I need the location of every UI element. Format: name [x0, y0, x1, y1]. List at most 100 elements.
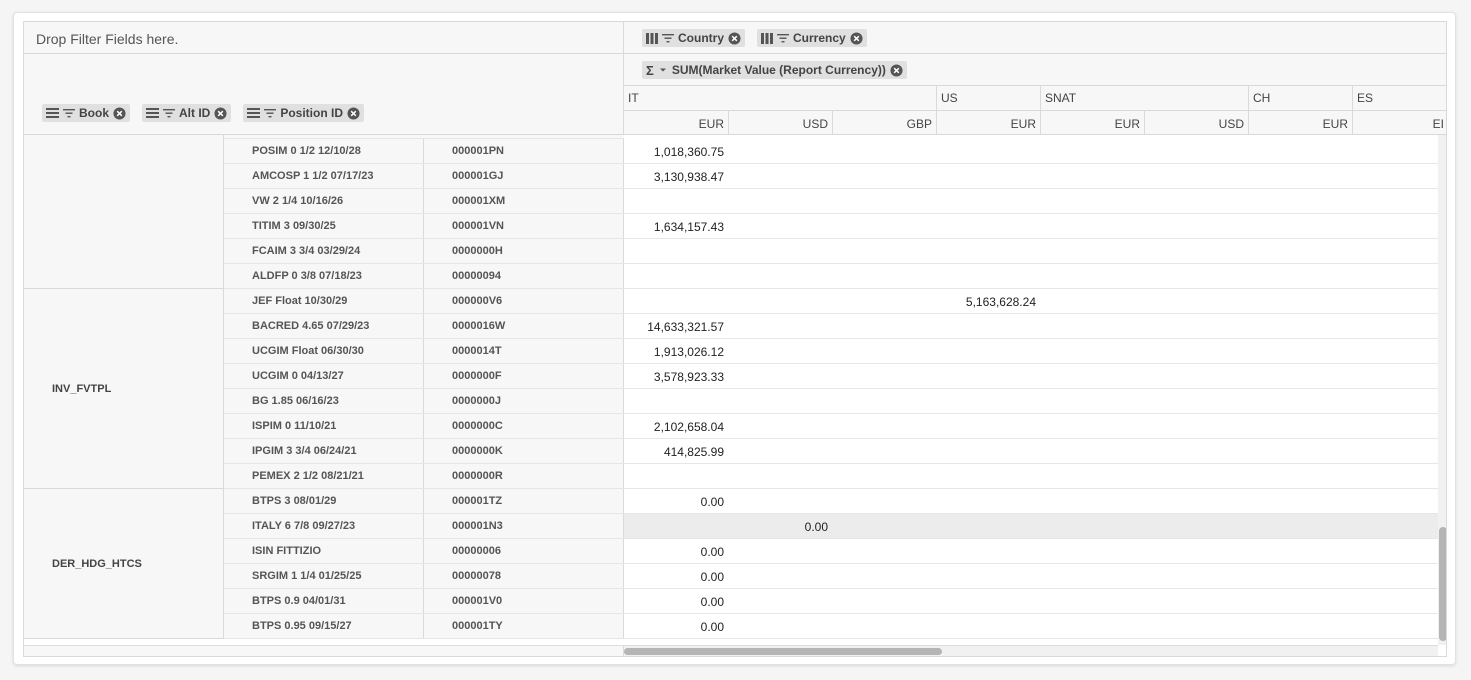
remove-field-icon[interactable] — [214, 106, 227, 120]
alt-id-cell[interactable]: AMCOSP 1 1/2 07/17/23 — [224, 164, 424, 188]
table-row[interactable]: ITALY 6 7/8 09/27/23 000001N3 0.00 — [224, 514, 1438, 539]
vertical-scroll-thumb[interactable] — [1439, 527, 1446, 641]
position-id-cell[interactable]: 00000006 — [424, 539, 624, 563]
alt-id-cell[interactable]: ISPIM 0 11/10/21 — [224, 414, 424, 438]
table-row[interactable]: BTPS 3 08/01/29 000001TZ 0.00 — [224, 489, 1438, 514]
drop-filter-zone[interactable]: Drop Filter Fields here. — [24, 22, 624, 54]
market-value-cell[interactable]: 1,913,026.12 — [654, 345, 724, 359]
alt-id-cell[interactable]: UCGIM 0 04/13/27 — [224, 364, 424, 388]
alt-id-cell[interactable]: BTPS 3 08/01/29 — [224, 489, 424, 513]
row-drag-icon[interactable] — [146, 107, 159, 119]
position-id-cell[interactable]: 000001GJ — [424, 164, 624, 188]
market-value-cell[interactable]: 0.00 — [701, 595, 724, 609]
market-value-cell[interactable]: 0.00 — [701, 495, 724, 509]
filter-icon[interactable] — [777, 33, 789, 43]
table-row[interactable]: UCGIM 0 04/13/27 0000000F 3,578,923.33 — [224, 364, 1438, 389]
currency-header[interactable]: USD — [1144, 111, 1248, 135]
position-id-cell[interactable]: 0000000H — [424, 239, 624, 263]
currency-header[interactable]: USD — [728, 111, 832, 135]
currency-header[interactable]: EUR — [1248, 111, 1352, 135]
country-header[interactable]: US — [936, 86, 1040, 111]
country-header[interactable]: CH — [1248, 86, 1352, 111]
market-value-cell[interactable]: 14,633,321.57 — [647, 320, 724, 334]
market-value-cell[interactable]: 0.00 — [701, 620, 724, 634]
position-id-cell[interactable]: 000001XM — [424, 189, 624, 213]
alt-id-cell[interactable]: ITALY 6 7/8 09/27/23 — [224, 514, 424, 538]
currency-header[interactable]: EUR — [936, 111, 1040, 135]
filter-icon[interactable] — [662, 33, 674, 43]
row-field-chip[interactable]: Position ID — [243, 104, 365, 122]
book-group-cell[interactable]: INV_FVTPL — [24, 289, 224, 489]
market-value-cell[interactable]: 414,825.99 — [664, 445, 724, 459]
country-header[interactable]: ES — [1352, 86, 1446, 111]
country-header[interactable]: IT — [624, 86, 936, 111]
remove-field-icon[interactable] — [113, 106, 126, 120]
position-id-cell[interactable]: 000001TZ — [424, 489, 624, 513]
table-row[interactable]: TITIM 3 09/30/25 000001VN 1,634,157.43 — [224, 214, 1438, 239]
position-id-cell[interactable]: 000001N3 — [424, 514, 624, 538]
table-row[interactable]: ISIN FITTIZIO 00000006 0.00 — [224, 539, 1438, 564]
position-id-cell[interactable]: 000000V6 — [424, 289, 624, 313]
position-id-cell[interactable]: 0000000C — [424, 414, 624, 438]
position-id-cell[interactable]: 0000000F — [424, 364, 624, 388]
market-value-cell[interactable]: 0.00 — [701, 570, 724, 584]
position-id-cell[interactable]: 0000014T — [424, 339, 624, 363]
row-drag-icon[interactable] — [46, 107, 59, 119]
row-drag-icon[interactable] — [247, 107, 261, 119]
position-id-cell[interactable]: 0000000R — [424, 464, 624, 488]
remove-field-icon[interactable] — [850, 31, 863, 45]
filter-icon[interactable] — [264, 108, 277, 118]
currency-header[interactable]: EUR — [1040, 111, 1144, 135]
market-value-cell[interactable]: 5,163,628.24 — [966, 295, 1036, 309]
column-field-chip[interactable]: Currency — [757, 29, 867, 47]
table-row[interactable]: VW 2 1/4 10/16/26 000001XM — [224, 189, 1438, 214]
alt-id-cell[interactable]: TITIM 3 09/30/25 — [224, 214, 424, 238]
alt-id-cell[interactable]: FCAIM 3 3/4 03/29/24 — [224, 239, 424, 263]
alt-id-cell[interactable]: JEF Float 10/30/29 — [224, 289, 424, 313]
position-id-cell[interactable]: 0000016W — [424, 314, 624, 338]
alt-id-cell[interactable]: BTPS 0.95 09/15/27 — [224, 614, 424, 638]
alt-id-cell[interactable]: BTPS 0.9 04/01/31 — [224, 589, 424, 613]
alt-id-cell[interactable]: SRGIM 1 1/4 01/25/25 — [224, 564, 424, 588]
filter-icon[interactable] — [163, 108, 175, 118]
currency-header[interactable]: EI — [1352, 111, 1446, 135]
column-drag-icon[interactable] — [761, 32, 773, 44]
value-field-chip[interactable]: Σ SUM(Market Value (Report Currency)) — [642, 61, 907, 79]
position-id-cell[interactable]: 0000000K — [424, 439, 624, 463]
alt-id-cell[interactable]: VW 2 1/4 10/16/26 — [224, 189, 424, 213]
position-id-cell[interactable]: 00000094 — [424, 264, 624, 288]
market-value-cell[interactable]: 0.00 — [805, 520, 828, 534]
market-value-cell[interactable]: 0.00 — [701, 545, 724, 559]
position-id-cell[interactable]: 000001V0 — [424, 589, 624, 613]
book-group-cell[interactable]: DER_HDG_HTCS — [24, 489, 224, 639]
book-group-cell[interactable] — [24, 135, 224, 289]
row-field-chip[interactable]: Alt ID — [142, 104, 232, 122]
alt-id-cell[interactable]: POSIM 0 1/2 12/10/28 — [224, 139, 424, 163]
market-value-cell[interactable]: 2,102,658.04 — [654, 420, 724, 434]
table-row[interactable]: ALDFP 0 3/8 07/18/23 00000094 — [224, 264, 1438, 289]
caret-down-icon[interactable] — [658, 65, 668, 75]
country-header[interactable]: SNAT — [1040, 86, 1248, 111]
table-row[interactable]: PEMEX 2 1/2 08/21/21 0000000R — [224, 464, 1438, 489]
table-row[interactable]: IPGIM 3 3/4 06/24/21 0000000K 414,825.99 — [224, 439, 1438, 464]
remove-field-icon[interactable] — [890, 63, 903, 77]
column-field-chip[interactable]: Country — [642, 29, 745, 47]
alt-id-cell[interactable]: UCGIM Float 06/30/30 — [224, 339, 424, 363]
filter-icon[interactable] — [63, 108, 75, 118]
table-row[interactable]: SRGIM 1 1/4 01/25/25 00000078 0.00 — [224, 564, 1438, 589]
vertical-scrollbar[interactable] — [1438, 135, 1446, 645]
horizontal-scroll-thumb[interactable] — [624, 648, 942, 655]
position-id-cell[interactable]: 000001TY — [424, 614, 624, 638]
table-row[interactable]: UCGIM Float 06/30/30 0000014T 1,913,026.… — [224, 339, 1438, 364]
alt-id-cell[interactable]: PEMEX 2 1/2 08/21/21 — [224, 464, 424, 488]
table-row[interactable]: AMCOSP 1 1/2 07/17/23 000001GJ 3,130,938… — [224, 164, 1438, 189]
table-row[interactable]: BTPS 0.9 04/01/31 000001V0 0.00 — [224, 589, 1438, 614]
currency-header[interactable]: GBP — [832, 111, 936, 135]
table-row[interactable]: BTPS 0.95 09/15/27 000001TY 0.00 — [224, 614, 1438, 639]
alt-id-cell[interactable]: BACRED 4.65 07/29/23 — [224, 314, 424, 338]
table-row[interactable]: FCAIM 3 3/4 03/29/24 0000000H — [224, 239, 1438, 264]
table-row[interactable]: JEF Float 10/30/29 000000V6 5,163,628.24 — [224, 289, 1438, 314]
position-id-cell[interactable]: 0000000J — [424, 389, 624, 413]
position-id-cell[interactable]: 00000078 — [424, 564, 624, 588]
table-row[interactable]: BACRED 4.65 07/29/23 0000016W 14,633,321… — [224, 314, 1438, 339]
